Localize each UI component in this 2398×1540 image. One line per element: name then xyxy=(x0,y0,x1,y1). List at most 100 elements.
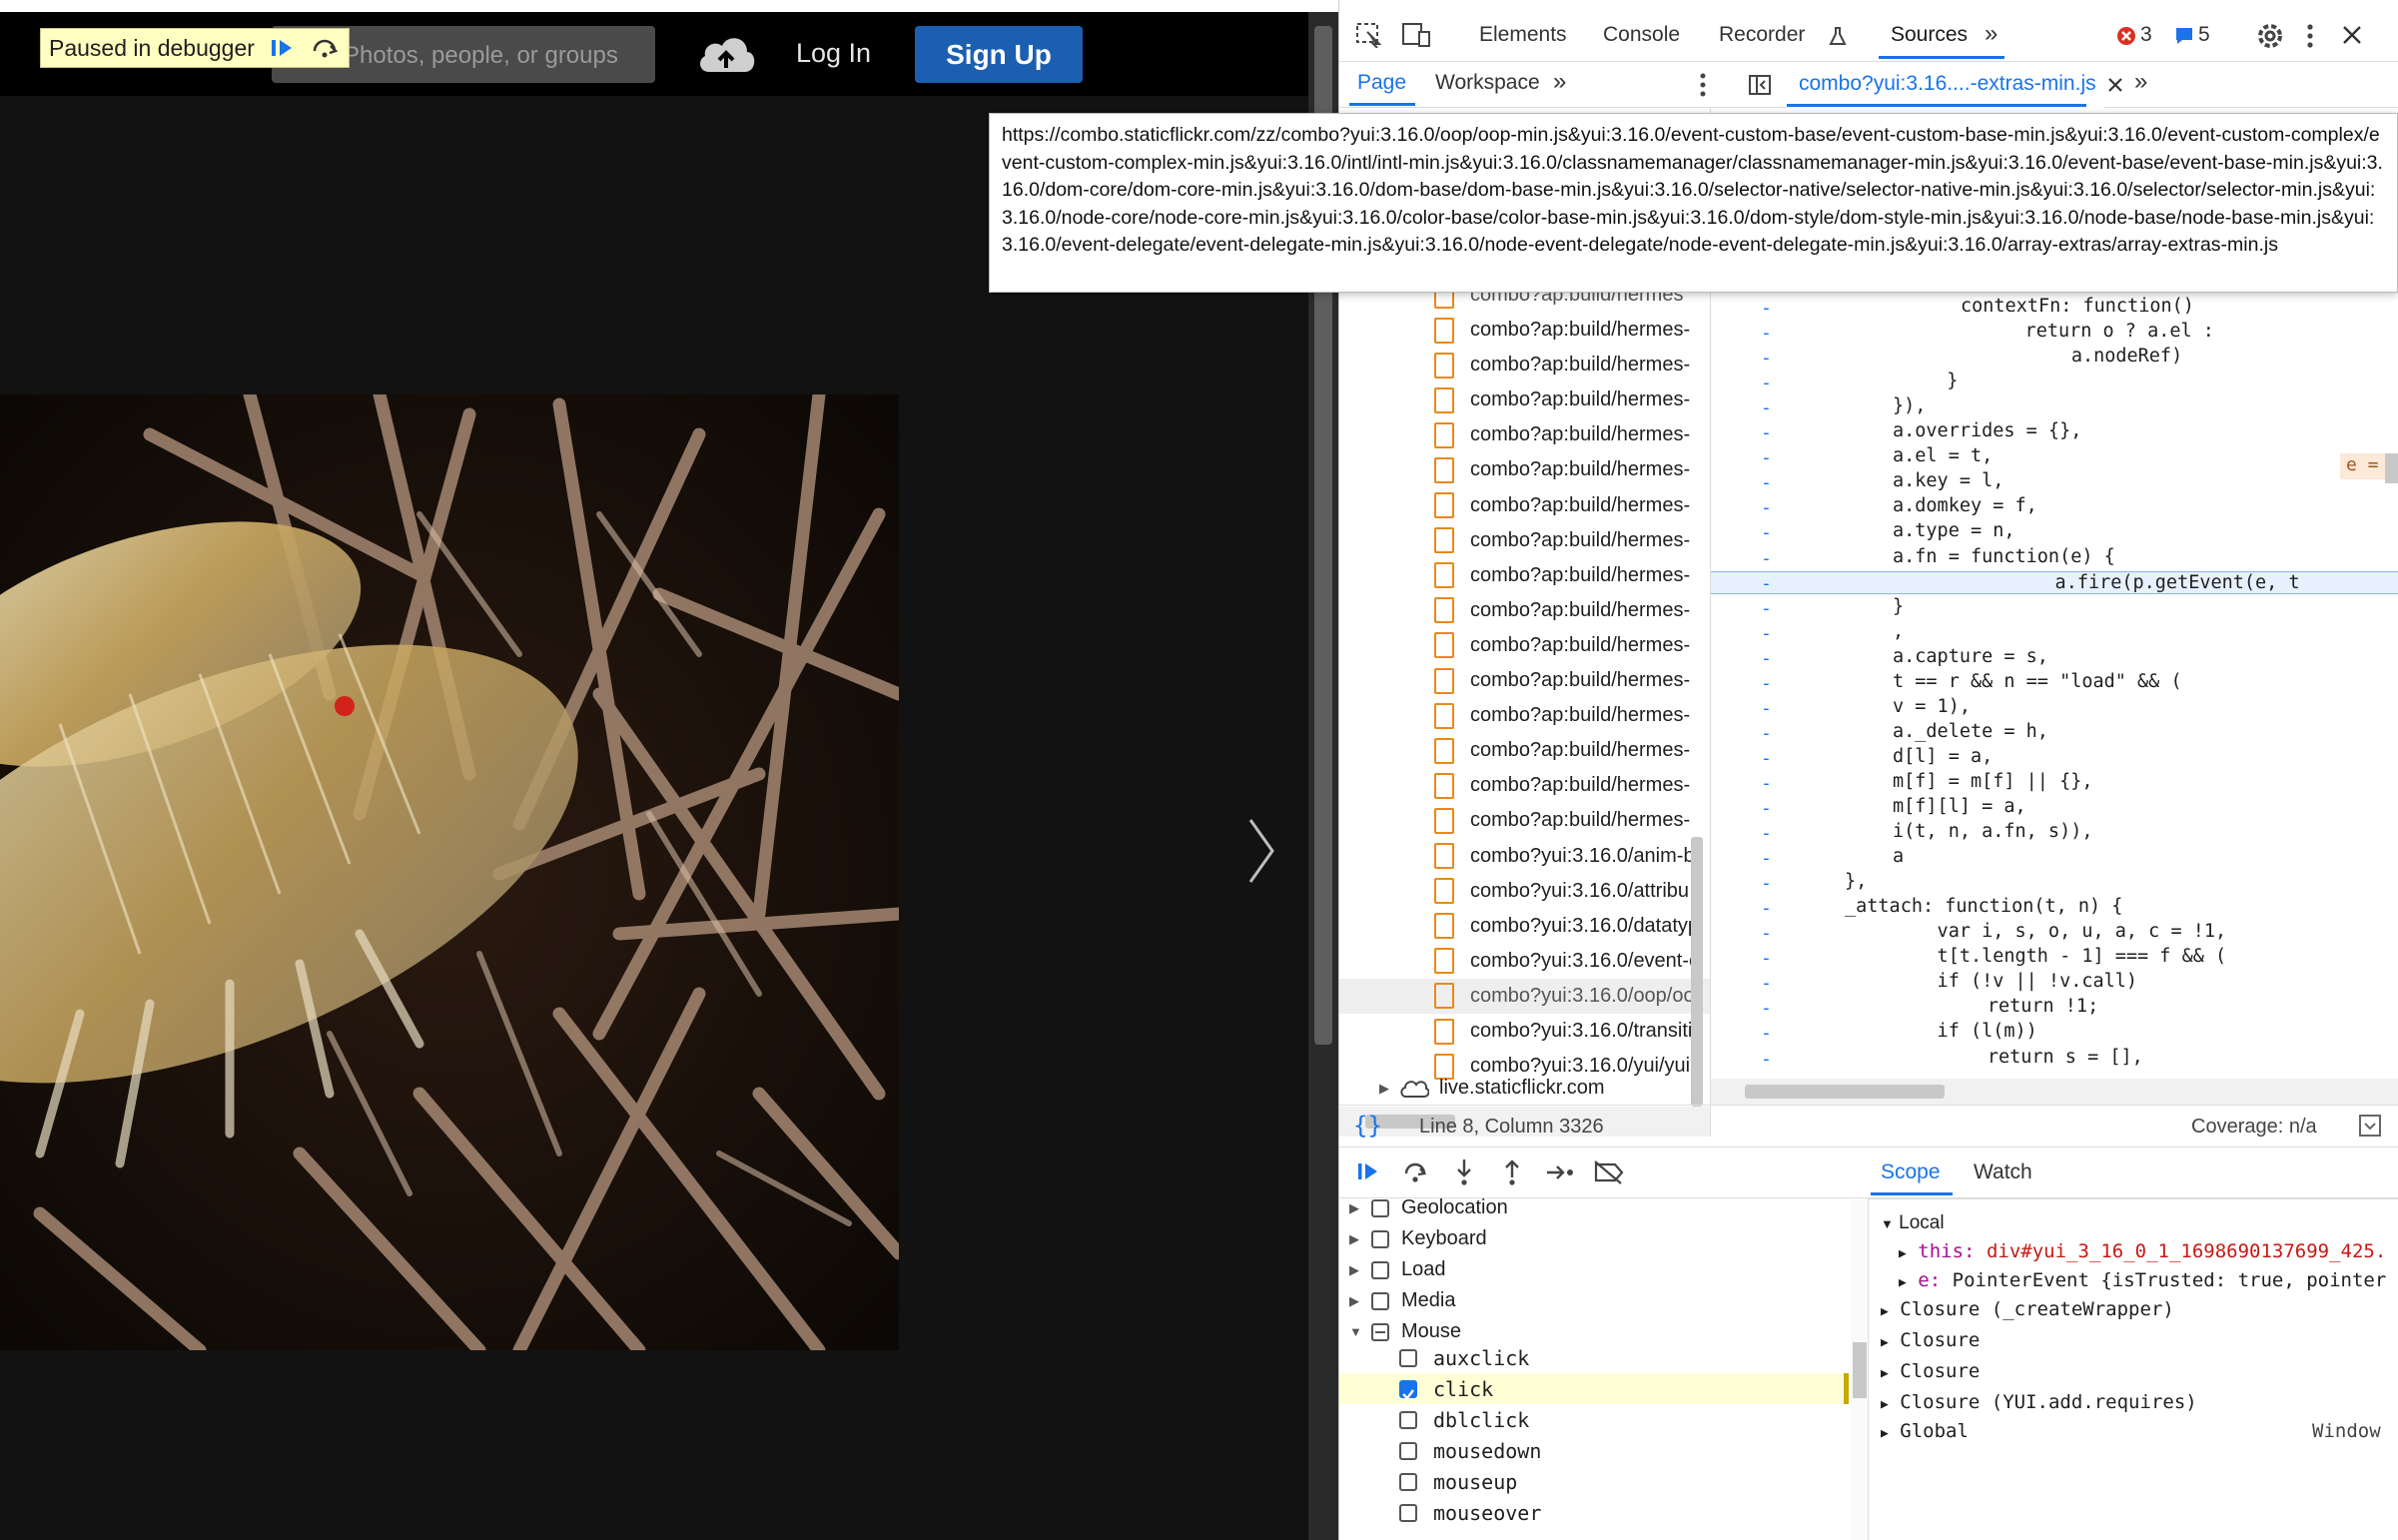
mouse-event-breakpoint[interactable]: mouseover xyxy=(1339,1497,1849,1528)
tab-watch[interactable]: Watch xyxy=(1974,1160,2032,1184)
step-icon[interactable] xyxy=(1545,1159,1575,1185)
group-checkbox[interactable] xyxy=(1371,1322,1389,1341)
event-checkbox[interactable] xyxy=(1399,1348,1417,1367)
coverage-panel-icon[interactable] xyxy=(2358,1114,2382,1138)
scope-e[interactable]: ▶ e: PointerEvent {isTrusted: true, poin… xyxy=(1899,1269,2386,1291)
scope-closure[interactable]: ▶ Closure (_createWrapper) xyxy=(1881,1298,2174,1320)
file-item[interactable]: combo?ap:build/hermes- xyxy=(1434,803,1710,838)
photo-amphipod-specimen[interactable] xyxy=(0,394,899,1350)
domain-tree-item[interactable]: ▶ live.staticflickr.com xyxy=(1379,1077,1605,1100)
expand-arrow-icon[interactable]: ▶ xyxy=(1349,1200,1371,1216)
mouse-event-breakpoint[interactable]: mousedown xyxy=(1339,1435,1849,1466)
error-count[interactable]: 3 xyxy=(2140,23,2152,47)
editor-hscroll[interactable] xyxy=(1711,1079,2398,1105)
group-checkbox[interactable] xyxy=(1371,1198,1389,1217)
message-icon[interactable] xyxy=(2174,26,2194,46)
close-file-tab-icon[interactable] xyxy=(2106,76,2124,94)
step-over-next-icon[interactable] xyxy=(1402,1159,1428,1185)
tab-elements[interactable]: Elements xyxy=(1479,23,1567,47)
group-checkbox[interactable] xyxy=(1371,1260,1389,1279)
scope-global[interactable]: ▶ Global xyxy=(1881,1420,1969,1442)
editor-file-tab[interactable]: combo?yui:3.16....-extras-min.js xyxy=(1787,62,2104,108)
expand-arrow-icon[interactable]: ▶ xyxy=(1349,1262,1371,1278)
breakpoint-group[interactable]: ▶ Load xyxy=(1339,1254,1849,1285)
tab-recorder[interactable]: Recorder xyxy=(1719,23,1805,47)
file-item[interactable]: combo?ap:build/hermes- xyxy=(1434,733,1710,768)
more-subtabs-chevron-icon[interactable]: » xyxy=(1553,68,1566,96)
step-into-icon[interactable] xyxy=(1451,1157,1477,1187)
mouse-event-breakpoint[interactable]: mouseup xyxy=(1339,1466,1849,1497)
resume-script-icon[interactable] xyxy=(1355,1159,1381,1185)
mouse-event-breakpoint[interactable]: auxclick xyxy=(1339,1342,1849,1373)
step-over-icon[interactable] xyxy=(311,34,339,62)
step-out-icon[interactable] xyxy=(1499,1157,1525,1187)
inspect-element-icon[interactable] xyxy=(1355,22,1383,48)
file-item[interactable]: combo?ap:build/hermes- xyxy=(1434,663,1710,698)
file-item[interactable]: combo?ap:build/hermes- xyxy=(1434,488,1710,523)
file-item[interactable]: combo?ap:build/hermes- xyxy=(1434,348,1710,383)
active-tab-indicator xyxy=(1879,56,2004,59)
scope-this[interactable]: ▶ this: div#yui_3_16_0_1_1698690137699_4… xyxy=(1899,1240,2386,1262)
scope-closure[interactable]: ▶ Closure xyxy=(1881,1329,1980,1351)
file-item[interactable]: combo?yui:3.16.0/event-c xyxy=(1434,944,1710,979)
signup-button[interactable]: Sign Up xyxy=(915,26,1083,83)
upload-cloud-icon[interactable] xyxy=(695,32,757,76)
file-item[interactable]: combo?ap:build/hermes- xyxy=(1434,558,1710,593)
tab-sources[interactable]: Sources xyxy=(1891,23,1968,47)
breakpoints-scrollbar[interactable] xyxy=(1851,1198,1868,1540)
more-files-chevron-icon[interactable]: » xyxy=(2134,68,2147,96)
file-item[interactable]: combo?ap:build/hermes- xyxy=(1434,383,1710,417)
event-checkbox[interactable] xyxy=(1399,1441,1417,1460)
device-toolbar-icon[interactable] xyxy=(1401,22,1431,48)
breakpoint-group[interactable]: ▶ Keyboard xyxy=(1339,1223,1849,1254)
breakpoint-group[interactable]: ▶ Geolocation xyxy=(1339,1198,1849,1223)
next-photo-arrow-icon[interactable] xyxy=(1244,816,1278,886)
scope-closure[interactable]: ▶ Closure (YUI.add.requires) xyxy=(1881,1391,2197,1413)
message-count[interactable]: 5 xyxy=(2198,23,2210,47)
expand-arrow-icon[interactable]: ▶ xyxy=(1349,1231,1371,1247)
tab-scope[interactable]: Scope xyxy=(1881,1160,1941,1184)
event-checkbox[interactable] xyxy=(1399,1472,1417,1491)
tab-console[interactable]: Console xyxy=(1603,23,1680,47)
tab-workspace[interactable]: Workspace xyxy=(1435,71,1540,95)
mouse-event-breakpoint[interactable]: dblclick xyxy=(1339,1404,1849,1435)
file-item[interactable]: combo?yui:3.16.0/transiti xyxy=(1434,1014,1710,1049)
file-item[interactable]: combo?yui:3.16.0/datatyp xyxy=(1434,909,1710,944)
file-item[interactable]: combo?ap:build/hermes- xyxy=(1434,593,1710,628)
event-checkbox[interactable] xyxy=(1399,1379,1417,1400)
close-devtools-icon[interactable] xyxy=(2341,24,2363,46)
file-item[interactable]: combo?ap:build/hermes- xyxy=(1434,628,1710,663)
event-checkbox[interactable] xyxy=(1399,1410,1417,1429)
toggle-navigator-icon[interactable] xyxy=(1748,74,1772,96)
error-icon[interactable] xyxy=(2116,26,2136,46)
file-item[interactable]: combo?ap:build/hermes- xyxy=(1434,698,1710,733)
event-checkbox[interactable] xyxy=(1399,1503,1417,1522)
more-options-icon[interactable] xyxy=(2304,22,2316,50)
group-checkbox[interactable] xyxy=(1371,1229,1389,1248)
scope-local[interactable]: ▼ Local xyxy=(1881,1212,1945,1234)
scope-closure[interactable]: ▶ Closure xyxy=(1881,1360,1980,1382)
login-link[interactable]: Log In xyxy=(796,38,871,69)
file-item[interactable]: combo?ap:build/hermes- xyxy=(1434,768,1710,803)
expand-arrow-icon[interactable]: ▼ xyxy=(1349,1324,1371,1339)
file-item[interactable]: combo?ap:build/hermes- xyxy=(1434,452,1710,487)
navigator-menu-icon[interactable] xyxy=(1698,72,1708,98)
file-item[interactable]: combo?ap:build/hermes- xyxy=(1434,417,1710,452)
file-item[interactable]: combo?yui:3.16.0/attribu xyxy=(1434,874,1710,909)
resume-icon[interactable] xyxy=(269,34,297,62)
pretty-print-icon[interactable]: {} xyxy=(1353,1112,1382,1140)
more-tabs-chevron-icon[interactable]: » xyxy=(1985,20,1998,48)
file-item[interactable]: combo?yui:3.16.0/anim-b xyxy=(1434,839,1710,874)
file-item[interactable]: combo?ap:build/hermes- xyxy=(1434,313,1710,348)
expand-arrow-icon[interactable]: ▶ xyxy=(1349,1293,1371,1309)
editor-scrollbar-thumb[interactable] xyxy=(2385,453,2398,483)
tab-page[interactable]: Page xyxy=(1357,71,1406,95)
breakpoint-group[interactable]: ▶ Media xyxy=(1339,1285,1849,1316)
file-item[interactable]: combo?ap:build/hermes- xyxy=(1434,523,1710,558)
navigator-scrollbar[interactable] xyxy=(1691,837,1703,1107)
settings-gear-icon[interactable] xyxy=(2255,21,2285,51)
deactivate-breakpoints-icon[interactable] xyxy=(1593,1159,1625,1185)
group-checkbox[interactable] xyxy=(1371,1291,1389,1310)
file-item[interactable]: combo?yui:3.16.0/oop/oo xyxy=(1339,978,1710,1014)
mouse-event-breakpoint[interactable]: click xyxy=(1339,1373,1849,1404)
